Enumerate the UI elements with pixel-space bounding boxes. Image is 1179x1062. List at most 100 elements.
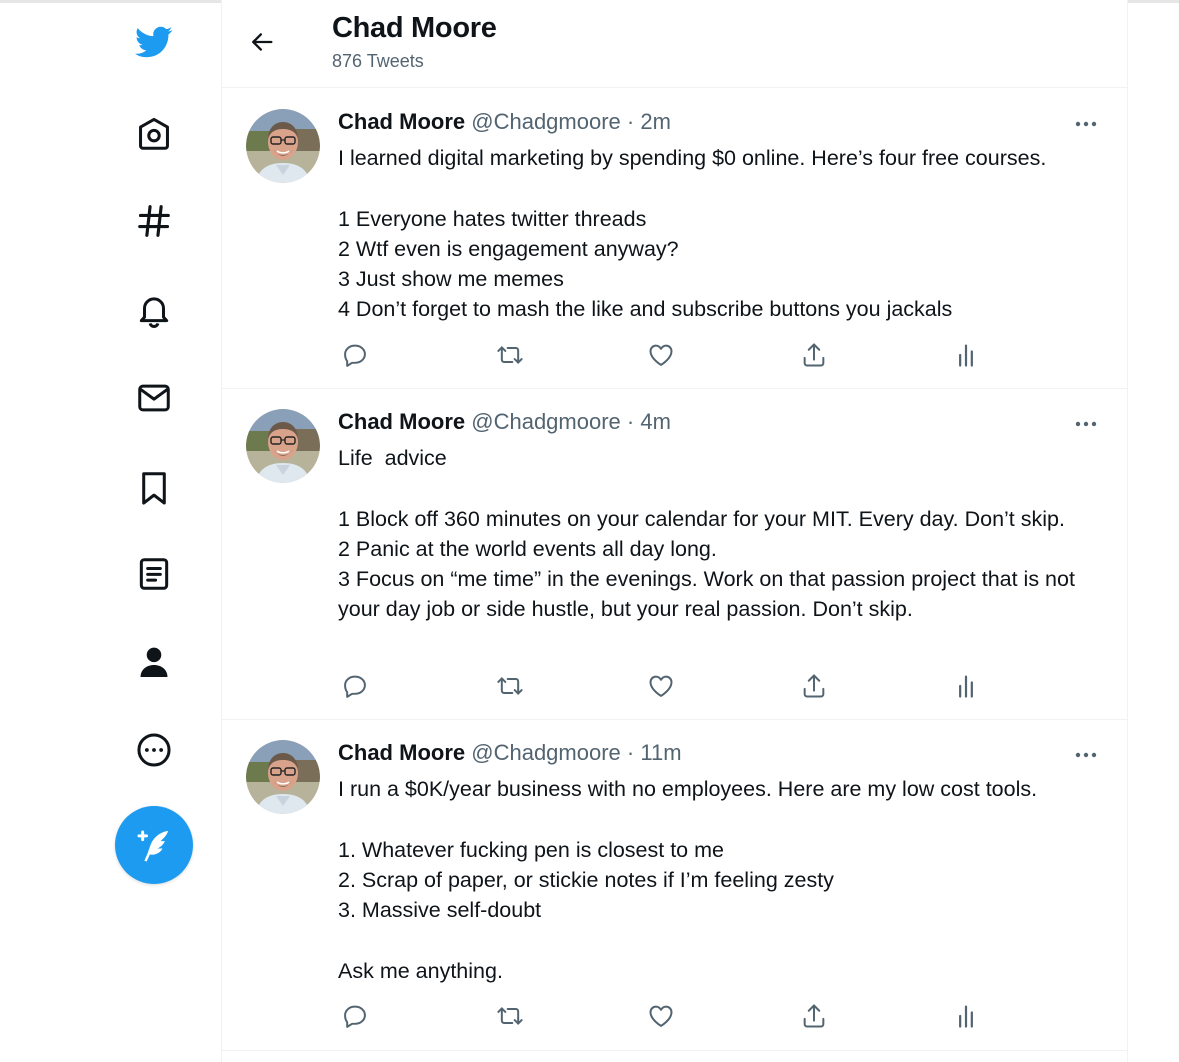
retweet-button[interactable]	[493, 999, 527, 1033]
tweet-text-line: I learned digital marketing by spending …	[338, 146, 1047, 170]
ellipsis-icon	[1074, 751, 1098, 759]
tweet-timestamp[interactable]: 11m	[640, 740, 681, 765]
share-button[interactable]	[797, 999, 831, 1033]
share-button[interactable]	[797, 669, 831, 703]
more-options-button[interactable]	[1071, 742, 1101, 768]
analytics-icon	[952, 672, 980, 700]
author-handle[interactable]: @Chadgmoore	[471, 409, 621, 434]
share-icon	[800, 341, 828, 369]
reply-button[interactable]	[338, 338, 372, 372]
tweet-text-line	[338, 925, 1108, 955]
ellipsis-icon	[1074, 120, 1098, 128]
author-name[interactable]: Chad Moore	[338, 740, 465, 765]
author-name[interactable]: Chad Moore	[338, 409, 465, 434]
tweet-text-line: 1. Whatever fucking pen is closest to me	[338, 837, 724, 862]
tweet-text-line: 1 Block off 360 minutes on your calendar…	[338, 506, 1065, 531]
tweet-text-line: 3 Just show me memes	[338, 267, 564, 292]
tweet-text-line: 2 Wtf even is engagement anyway?	[338, 236, 679, 261]
tweet-text-line: Ask me anything.	[338, 958, 503, 983]
more-circle-icon[interactable]	[130, 726, 178, 774]
author-name[interactable]: Chad Moore	[338, 109, 465, 134]
avatar[interactable]	[246, 109, 320, 183]
reply-icon	[341, 341, 369, 369]
profile-icon[interactable]	[130, 638, 178, 686]
tweet-text-line: 4 Don’t forget to mash the like and subs…	[338, 297, 953, 322]
tweet-text-line	[338, 473, 1108, 503]
tweet[interactable]: Chad Moore @Chadgmoore · 2m I learned di…	[222, 89, 1127, 389]
tweet[interactable]: Chad Moore @Chadgmoore · 4m Life advice 1…	[222, 389, 1127, 720]
share-button[interactable]	[797, 338, 831, 372]
profile-timeline: Chad Moore 876 Tweets Chad Moore @Chadgm…	[221, 0, 1128, 1062]
profile-name: Chad Moore	[332, 12, 497, 44]
reply-icon	[341, 672, 369, 700]
tweet-text: I learned digital marketing by spending …	[338, 143, 1108, 325]
analytics-button[interactable]	[949, 999, 983, 1033]
tweet-text-line: 3 Focus on “me time” in the evenings. Wo…	[338, 567, 1081, 622]
analytics-button[interactable]	[949, 669, 983, 703]
reply-icon	[341, 1002, 369, 1030]
analytics-button[interactable]	[949, 338, 983, 372]
hashtag-icon[interactable]	[130, 197, 178, 245]
separator-dot: ·	[626, 409, 635, 434]
retweet-button[interactable]	[493, 669, 527, 703]
tweet-timestamp[interactable]: 4m	[640, 409, 671, 434]
tweet-text-line: 2 Panic at the world events all day long…	[338, 536, 717, 561]
compose-tweet-button[interactable]	[115, 806, 193, 884]
retweet-button[interactable]	[493, 338, 527, 372]
reply-button[interactable]	[338, 999, 372, 1033]
retweet-icon	[496, 1002, 524, 1030]
back-arrow-icon	[252, 33, 273, 51]
tweet-text-line: 2. Scrap of paper, or stickie notes if I…	[338, 867, 834, 892]
separator-dot: ·	[626, 740, 635, 765]
more-options-button[interactable]	[1071, 411, 1101, 437]
tweet-text-line: Life advice	[338, 446, 447, 470]
analytics-icon	[952, 341, 980, 369]
like-button[interactable]	[644, 999, 678, 1033]
more-options-button[interactable]	[1071, 111, 1101, 137]
author-handle[interactable]: @Chadgmoore	[471, 740, 621, 765]
tweet-text-line: I run a $0K/year business with no employ…	[338, 777, 1038, 801]
retweet-icon	[496, 341, 524, 369]
reply-button[interactable]	[338, 669, 372, 703]
page: Chad Moore 876 Tweets Chad Moore @Chadgm…	[0, 0, 1179, 1062]
tweet-count: 876 Tweets	[332, 51, 424, 71]
tweet-text-line	[338, 804, 1108, 834]
like-button[interactable]	[644, 669, 678, 703]
tweet-text: Life advice 1 Block off 360 minutes on yo…	[338, 443, 1108, 625]
tweet-actions	[338, 338, 998, 374]
back-button[interactable]	[242, 22, 282, 62]
heart-icon	[647, 672, 675, 700]
home-icon[interactable]	[130, 110, 178, 158]
like-button[interactable]	[644, 338, 678, 372]
tweet-timestamp[interactable]: 2m	[640, 109, 671, 134]
author-handle[interactable]: @Chadgmoore	[471, 109, 621, 134]
tweet-actions	[338, 669, 998, 705]
bell-icon[interactable]	[130, 286, 178, 334]
tweet-text-line: 3. Massive self-doubt	[338, 898, 542, 923]
tweet-actions	[338, 999, 998, 1035]
twitter-logo-icon[interactable]	[130, 18, 178, 66]
tweet-header: Chad Moore @Chadgmoore · 4m	[338, 409, 671, 435]
tweet-header: Chad Moore @Chadgmoore · 11m	[338, 740, 682, 766]
tweet-text: I run a $0K/year business with no employ…	[338, 774, 1108, 986]
avatar[interactable]	[246, 409, 320, 483]
tweet-header: Chad Moore @Chadgmoore · 2m	[338, 109, 671, 135]
ellipsis-icon	[1074, 420, 1098, 428]
share-icon	[800, 1002, 828, 1030]
tweet-text-line	[338, 173, 1108, 203]
profile-header: Chad Moore 876 Tweets	[222, 0, 1127, 88]
list-icon[interactable]	[130, 550, 178, 598]
avatar[interactable]	[246, 740, 320, 814]
heart-icon	[647, 341, 675, 369]
tweet-text-line: 1 Everyone hates twitter threads	[338, 206, 647, 231]
share-icon	[800, 672, 828, 700]
tweet[interactable]: Chad Moore @Chadgmoore · 11m I run a $0K…	[222, 720, 1127, 1051]
compose-feather-icon	[137, 830, 169, 862]
mail-icon[interactable]	[130, 374, 178, 422]
separator-dot: ·	[626, 109, 635, 134]
bookmark-icon[interactable]	[130, 464, 178, 512]
sidebar-nav	[0, 0, 222, 1062]
heart-icon	[647, 1002, 675, 1030]
analytics-icon	[952, 1002, 980, 1030]
retweet-icon	[496, 672, 524, 700]
